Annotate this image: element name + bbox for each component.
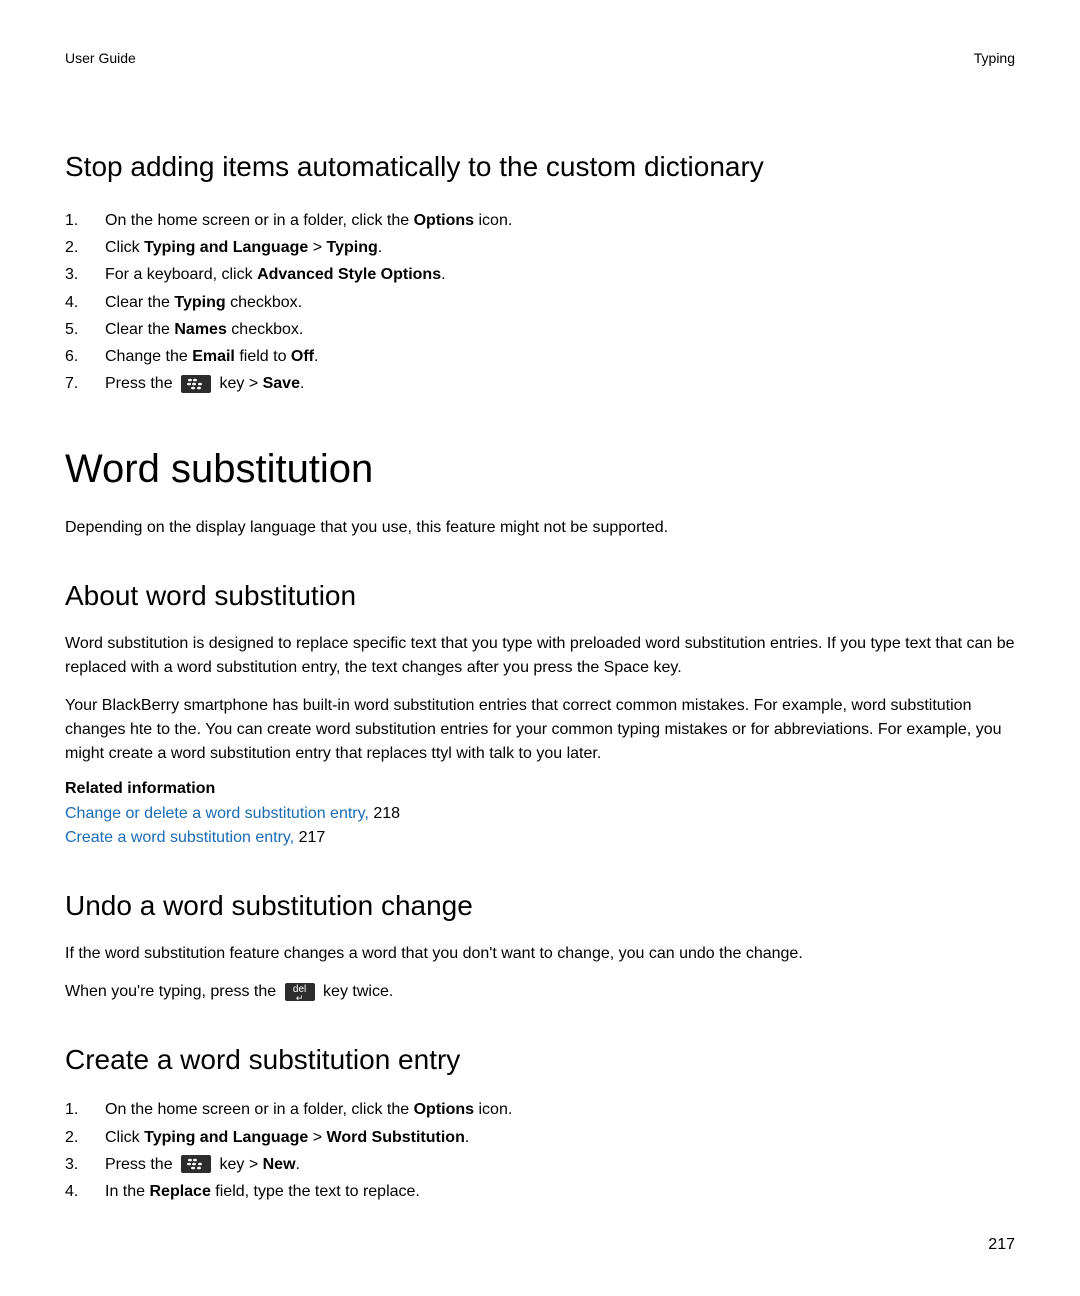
- word-substitution-label: Word Substitution: [327, 1129, 465, 1146]
- undo-text: When you're typing, press the: [65, 983, 281, 1000]
- step-item: Change the Email field to Off.: [65, 343, 1015, 370]
- step-text: key >: [215, 1156, 263, 1173]
- typing-language-label: Typing and Language: [144, 239, 308, 256]
- create-title: Create a word substitution entry: [65, 1044, 1015, 1076]
- link-change-delete-entry[interactable]: Change or delete a word substitution ent…: [65, 805, 369, 822]
- step-item: Click Typing and Language > Typing.: [65, 234, 1015, 261]
- step-item: For a keyboard, click Advanced Style Opt…: [65, 261, 1015, 288]
- step-text: Click: [105, 239, 144, 256]
- step-text: .: [378, 239, 382, 256]
- advanced-style-label: Advanced Style Options: [257, 266, 441, 283]
- step-item: Clear the Typing checkbox.: [65, 289, 1015, 316]
- del-key-icon: del: [285, 983, 315, 1001]
- undo-paragraph-2: When you're typing, press the del key tw…: [65, 980, 1015, 1004]
- off-label: Off: [291, 348, 314, 365]
- step-text: Click: [105, 1129, 144, 1146]
- blackberry-key-icon: [181, 1155, 211, 1173]
- section-title-stop-adding: Stop adding items automatically to the c…: [65, 151, 1015, 183]
- step-text: icon.: [474, 1101, 512, 1118]
- header-right: Typing: [974, 50, 1015, 66]
- intro-paragraph: Depending on the display language that y…: [65, 516, 1015, 540]
- link-page-ref: 218: [369, 805, 400, 822]
- blackberry-key-icon: [181, 375, 211, 393]
- replace-field-label: Replace: [149, 1183, 210, 1200]
- steps-list-2: On the home screen or in a folder, click…: [65, 1096, 1015, 1205]
- undo-title: Undo a word substitution change: [65, 890, 1015, 922]
- step-text: field to: [235, 348, 291, 365]
- step-item: Clear the Names checkbox.: [65, 316, 1015, 343]
- step-text: On the home screen or in a folder, click…: [105, 1101, 414, 1118]
- step-text: For a keyboard, click: [105, 266, 257, 283]
- related-link-line: Change or delete a word substitution ent…: [65, 802, 1015, 826]
- step-text: >: [308, 239, 326, 256]
- step-item: On the home screen or in a folder, click…: [65, 207, 1015, 234]
- step-item: In the Replace field, type the text to r…: [65, 1178, 1015, 1205]
- typing-language-label: Typing and Language: [144, 1129, 308, 1146]
- options-label: Options: [414, 1101, 474, 1118]
- names-checkbox-label: Names: [174, 321, 226, 338]
- step-text: >: [308, 1129, 326, 1146]
- step-text: On the home screen or in a folder, click…: [105, 212, 414, 229]
- page-number: 217: [988, 1236, 1015, 1254]
- step-text: .: [465, 1129, 469, 1146]
- page-header: User Guide Typing: [65, 50, 1015, 66]
- about-paragraph-2: Your BlackBerry smartphone has built-in …: [65, 694, 1015, 766]
- header-left: User Guide: [65, 50, 136, 66]
- step-text: .: [296, 1156, 300, 1173]
- step-text: In the: [105, 1183, 149, 1200]
- step-text: Press the: [105, 375, 177, 392]
- step-text: checkbox.: [227, 321, 303, 338]
- undo-text: key twice.: [319, 983, 394, 1000]
- step-text: field, type the text to replace.: [211, 1183, 420, 1200]
- steps-list-1: On the home screen or in a folder, click…: [65, 207, 1015, 397]
- step-text: Press the: [105, 1156, 177, 1173]
- link-page-ref: 217: [294, 829, 325, 846]
- step-text: key >: [215, 375, 263, 392]
- step-text: .: [441, 266, 445, 283]
- save-label: Save: [263, 375, 300, 392]
- step-text: icon.: [474, 212, 512, 229]
- main-title-word-substitution: Word substitution: [65, 447, 1015, 492]
- step-item: Press the key > New.: [65, 1151, 1015, 1178]
- typing-checkbox-label: Typing: [174, 294, 225, 311]
- step-text: .: [300, 375, 304, 392]
- step-text: .: [314, 348, 318, 365]
- step-text: Clear the: [105, 321, 174, 338]
- about-paragraph-1: Word substitution is designed to replace…: [65, 632, 1015, 680]
- options-label: Options: [414, 212, 474, 229]
- step-item: Click Typing and Language > Word Substit…: [65, 1124, 1015, 1151]
- step-text: Change the: [105, 348, 192, 365]
- about-title: About word substitution: [65, 580, 1015, 612]
- related-link-line: Create a word substitution entry, 217: [65, 826, 1015, 850]
- step-item: On the home screen or in a folder, click…: [65, 1096, 1015, 1123]
- related-info-heading: Related information: [65, 780, 1015, 798]
- link-create-entry[interactable]: Create a word substitution entry,: [65, 829, 294, 846]
- undo-paragraph-1: If the word substitution feature changes…: [65, 942, 1015, 966]
- step-item: Press the key > Save.: [65, 370, 1015, 397]
- new-label: New: [263, 1156, 296, 1173]
- email-field-label: Email: [192, 348, 235, 365]
- step-text: Clear the: [105, 294, 174, 311]
- step-text: checkbox.: [226, 294, 302, 311]
- typing-label: Typing: [327, 239, 378, 256]
